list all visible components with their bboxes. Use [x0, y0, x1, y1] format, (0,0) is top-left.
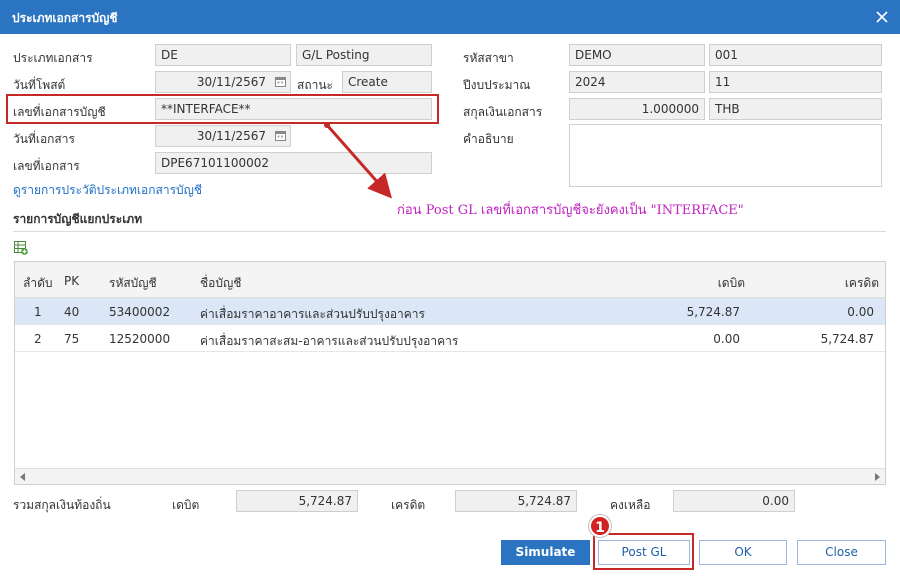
grid-header: ลำดับ PK รหัสบัญชี ชื่อบัญชี เดบิต เครดิ…	[15, 262, 885, 298]
calendar-icon[interactable]	[275, 130, 286, 141]
cell-pk: 40	[64, 305, 80, 319]
totals-credit-field: 5,724.87	[455, 490, 577, 512]
description-textarea[interactable]	[569, 124, 882, 187]
currency-label: สกุลเงินเอกสาร	[463, 105, 543, 119]
add-row-icon[interactable]	[14, 241, 28, 255]
totals-balance-label: คงเหลือ	[610, 498, 651, 512]
ok-button[interactable]: OK	[699, 540, 787, 565]
col-seq[interactable]: ลำดับ	[23, 274, 53, 293]
doc-date-label: วันที่เอกสาร	[13, 132, 75, 146]
post-gl-button[interactable]: Post GL	[598, 540, 690, 565]
description-label: คำอธิบาย	[463, 132, 514, 146]
doc-date-field[interactable]: 30/11/2567	[155, 125, 291, 147]
doc-type-code-field[interactable]: DE	[155, 44, 291, 66]
doc-type-label: ประเภทเอกสาร	[13, 51, 93, 65]
close-button[interactable]: Close	[797, 540, 886, 565]
cell-account-name: ค่าเสื่อมราคาอาคารและส่วนปรับปรุงอาคาร	[200, 307, 425, 321]
scroll-left-icon[interactable]	[20, 473, 25, 481]
status-label: สถานะ	[297, 78, 333, 92]
totals-credit-label: เครดิต	[391, 498, 426, 512]
totals-label: รวมสกุลเงินท้องถิ่น	[13, 498, 111, 512]
account-doc-no-field[interactable]: **INTERFACE**	[155, 98, 432, 120]
col-account-code[interactable]: รหัสบัญชี	[109, 274, 157, 293]
calendar-icon[interactable]	[275, 76, 286, 87]
close-icon[interactable]	[876, 11, 888, 23]
simulate-button[interactable]: Simulate	[501, 540, 590, 565]
cell-credit: 5,724.87	[820, 332, 874, 346]
section-divider	[13, 231, 886, 232]
cell-seq: 2	[34, 332, 42, 346]
exchange-rate-field[interactable]: 1.000000	[569, 98, 705, 120]
branch-no-field[interactable]: 001	[709, 44, 882, 66]
currency-field[interactable]: THB	[709, 98, 882, 120]
cell-account-name: ค่าเสื่อมราคาสะสม-อาคารและส่วนปรับปรุงอา…	[200, 334, 459, 348]
branch-label: รหัสสาขา	[463, 51, 514, 65]
doc-no-label: เลขที่เอกสาร	[13, 159, 80, 173]
annotation-note: ก่อน Post GL เลขที่เอกสารบัญชีจะยังคงเป็…	[397, 203, 744, 218]
horizontal-scrollbar[interactable]	[15, 468, 885, 484]
section-title: รายการบัญชีแยกประเภท	[13, 212, 143, 226]
post-date-field[interactable]: 30/11/2567	[155, 71, 291, 93]
status-field[interactable]: Create	[342, 71, 432, 93]
col-credit[interactable]: เครดิต	[779, 274, 879, 293]
cell-credit: 0.00	[847, 305, 874, 319]
scroll-right-icon[interactable]	[875, 473, 880, 481]
totals-debit-label: เดบิต	[172, 498, 200, 512]
branch-code-field[interactable]: DEMO	[569, 44, 705, 66]
doc-no-field[interactable]: DPE67101100002	[155, 152, 432, 174]
cell-debit: 0.00	[713, 332, 740, 346]
col-account-name[interactable]: ชื่อบัญชี	[200, 274, 241, 293]
doc-date-value: 30/11/2567	[196, 129, 266, 143]
table-row[interactable]: 2 75 12520000 ค่าเสื่อมราคาสะสม-อาคารและ…	[15, 325, 885, 352]
totals-debit-field: 5,724.87	[236, 490, 358, 512]
col-debit[interactable]: เดบิต	[645, 274, 745, 293]
history-link[interactable]: ดูรายการประวัติประเภทเอกสารบัญชี	[13, 181, 202, 200]
col-pk[interactable]: PK	[64, 274, 79, 288]
dialog-title-bar: ประเภทเอกสารบัญชี	[0, 0, 900, 34]
cell-account-code: 53400002	[109, 305, 171, 319]
fiscal-year-label: ปีงบประมาณ	[463, 78, 531, 92]
cell-seq: 1	[34, 305, 42, 319]
dialog-title: ประเภทเอกสารบัญชี	[12, 11, 118, 25]
totals-balance-field: 0.00	[673, 490, 795, 512]
fiscal-year-field[interactable]: 2024	[569, 71, 705, 93]
post-date-label: วันที่โพสต์	[13, 78, 66, 92]
step-badge: 1	[589, 515, 611, 537]
post-date-value: 30/11/2567	[196, 75, 266, 89]
table-row[interactable]: 1 40 53400002 ค่าเสื่อมราคาอาคารและส่วนป…	[15, 298, 885, 325]
fiscal-period-field[interactable]: 11	[709, 71, 882, 93]
cell-account-code: 12520000	[109, 332, 171, 346]
cell-pk: 75	[64, 332, 80, 346]
cell-debit: 5,724.87	[686, 305, 740, 319]
doc-type-name-field[interactable]: G/L Posting	[296, 44, 432, 66]
account-doc-no-label: เลขที่เอกสารบัญชี	[13, 105, 106, 119]
ledger-grid: ลำดับ PK รหัสบัญชี ชื่อบัญชี เดบิต เครดิ…	[14, 261, 886, 485]
